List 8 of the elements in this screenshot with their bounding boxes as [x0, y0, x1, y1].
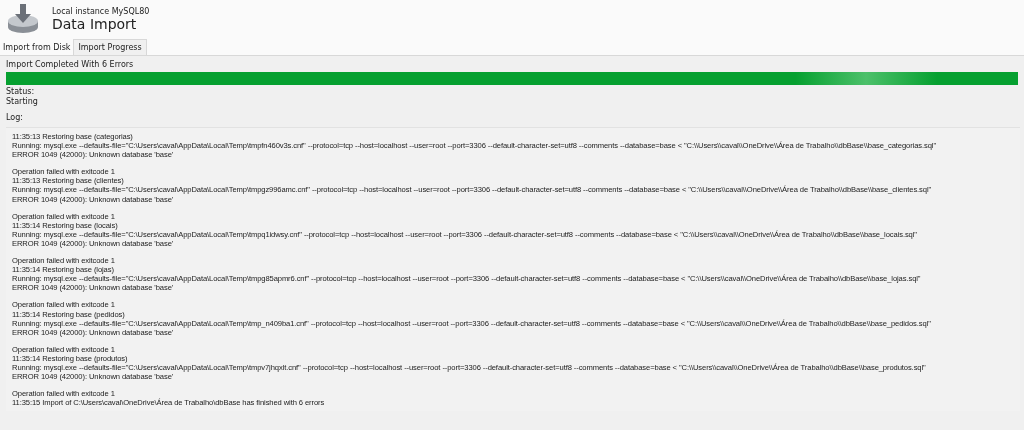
progress-label: Import Completed With 6 Errors — [6, 60, 135, 70]
disk-download-icon — [6, 3, 40, 35]
status-value: Starting — [6, 97, 39, 107]
connection-name: Local instance MySQL80 — [52, 6, 150, 16]
status-label: Status: — [6, 87, 36, 97]
page-title: Data Import — [52, 15, 137, 32]
log-label: Log: — [6, 113, 24, 123]
tab[interactable]: Import Progress — [73, 39, 147, 55]
